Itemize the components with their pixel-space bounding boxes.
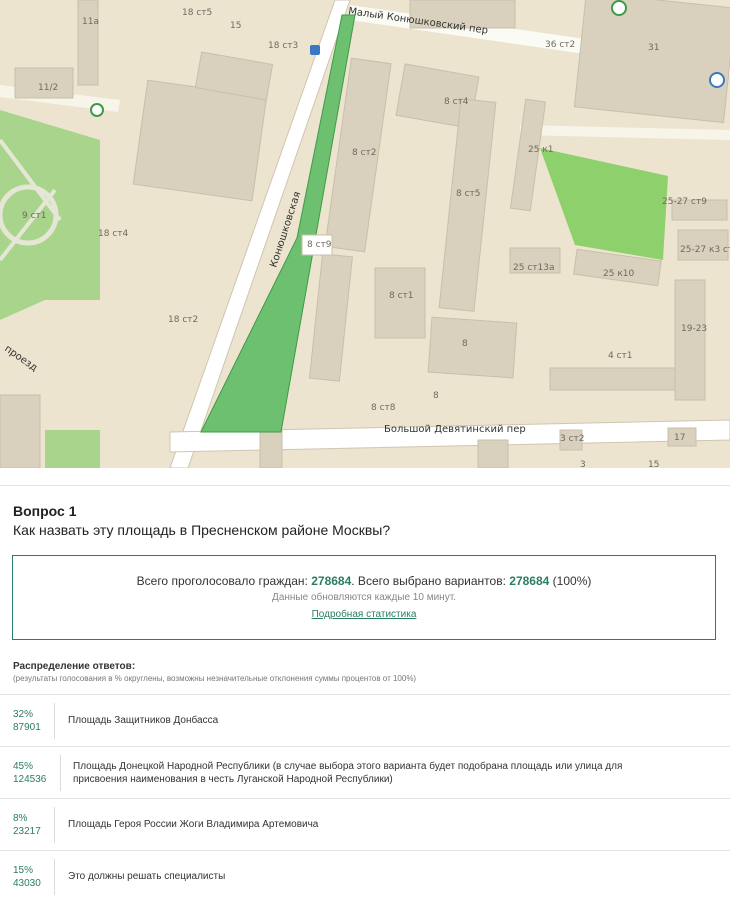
svg-text:8: 8: [433, 391, 439, 401]
answer-pct: 8%: [13, 813, 28, 824]
answer-row: 8% 23217 Площадь Героя России Жоги Влади…: [0, 798, 730, 850]
answer-pct: 32%: [13, 709, 34, 720]
svg-text:11а: 11а: [82, 17, 99, 27]
answer-count: 23217: [13, 826, 41, 837]
row-divider: [54, 807, 55, 843]
svg-text:36 ст2: 36 ст2: [545, 40, 575, 50]
question-title: Вопрос 1: [13, 503, 77, 519]
svg-text:8 ст4: 8 ст4: [444, 97, 469, 107]
distribution-title: Распределение ответов:: [13, 661, 136, 672]
options-pct: (100%): [552, 574, 592, 588]
svg-text:9 ст1: 9 ст1: [22, 211, 47, 221]
options-label: . Всего выбрано вариантов:: [351, 574, 506, 588]
answer-row: 32% 87901 Площадь Защитников Донбасса: [0, 694, 730, 746]
row-divider: [54, 703, 55, 739]
question-text: Как назвать эту площадь в Пресненском ра…: [13, 522, 391, 538]
svg-text:25 ст13а: 25 ст13а: [513, 263, 554, 273]
answer-label: Это должны решать специалисты: [68, 871, 226, 882]
street-proezd: проезд: [2, 343, 39, 374]
svg-text:19-23: 19-23: [681, 324, 707, 334]
svg-text:8: 8: [462, 339, 468, 349]
stats-box: Всего проголосовало граждан: 278684. Все…: [12, 555, 716, 640]
svg-text:3: 3: [580, 460, 586, 468]
svg-text:4 ст1: 4 ст1: [608, 351, 633, 361]
detail-stats-link[interactable]: Подробная статистика: [13, 609, 715, 620]
answer-row: 45% 124536 Площадь Донецкой Народной Рес…: [0, 746, 730, 798]
answer-pct: 45%: [13, 761, 34, 772]
svg-text:18 ст2: 18 ст2: [168, 315, 198, 325]
row-divider: [60, 755, 61, 791]
stats-line: Всего проголосовало граждан: 278684. Все…: [13, 574, 715, 588]
answer-label: Площадь Защитников Донбасса: [68, 715, 219, 726]
church-icon: [709, 72, 725, 88]
row-divider: [54, 859, 55, 895]
svg-text:17: 17: [674, 433, 685, 443]
distribution-note: (результаты голосования в % округлены, в…: [13, 674, 417, 683]
answer-count: 124536: [13, 774, 47, 785]
voted-value: 278684: [311, 574, 352, 588]
svg-text:8 ст2: 8 ст2: [352, 148, 377, 158]
shop-icon-2: [90, 103, 104, 117]
voted-label: Всего проголосовало граждан:: [136, 574, 308, 588]
update-note: Данные обновляются каждые 10 минут.: [272, 592, 456, 603]
answer-label: Площадь Героя России Жоги Владимира Арте…: [68, 819, 319, 830]
street-bolshoy-devyatinsky: Большой Девятинский пер: [384, 424, 526, 435]
svg-text:8 ст8: 8 ст8: [371, 403, 396, 413]
square-green: [540, 148, 668, 260]
answer-count: 43030: [13, 878, 41, 889]
map-canvas: 18 ст5 15 18 ст3 11а 11/2 8 ст4 36 ст2 3…: [0, 0, 730, 468]
svg-text:18 ст4: 18 ст4: [98, 229, 129, 239]
svg-text:25 к10: 25 к10: [603, 269, 634, 279]
answer-label: Площадь Донецкой Народной Республики (в …: [73, 761, 623, 785]
shop-icon: [611, 0, 627, 16]
svg-text:11/2: 11/2: [38, 83, 58, 93]
svg-text:18 ст3: 18 ст3: [268, 41, 298, 51]
svg-text:8 ст9: 8 ст9: [307, 240, 332, 250]
svg-text:31: 31: [648, 43, 659, 53]
svg-text:25 к1: 25 к1: [528, 145, 553, 155]
answer-count: 87901: [13, 722, 41, 733]
park-area: [0, 110, 100, 320]
map-view[interactable]: 18 ст5 15 18 ст3 11а 11/2 8 ст4 36 ст2 3…: [0, 0, 730, 468]
svg-text:3 ст2: 3 ст2: [560, 434, 585, 444]
svg-text:25-27 к3 ст: 25-27 к3 ст: [680, 245, 730, 255]
svg-text:15: 15: [230, 21, 241, 31]
answer-row: 15% 43030 Это должны решать специалисты: [0, 850, 730, 900]
svg-text:15: 15: [648, 460, 659, 468]
svg-text:25-27 ст9: 25-27 ст9: [662, 197, 707, 207]
svg-text:18 ст5: 18 ст5: [182, 8, 212, 18]
svg-text:8 ст5: 8 ст5: [456, 189, 481, 199]
svg-text:8 ст1: 8 ст1: [389, 291, 414, 301]
separator: [0, 485, 730, 486]
options-value: 278684: [509, 574, 550, 588]
answer-pct: 15%: [13, 865, 34, 876]
bus-stop-icon: [310, 45, 320, 55]
